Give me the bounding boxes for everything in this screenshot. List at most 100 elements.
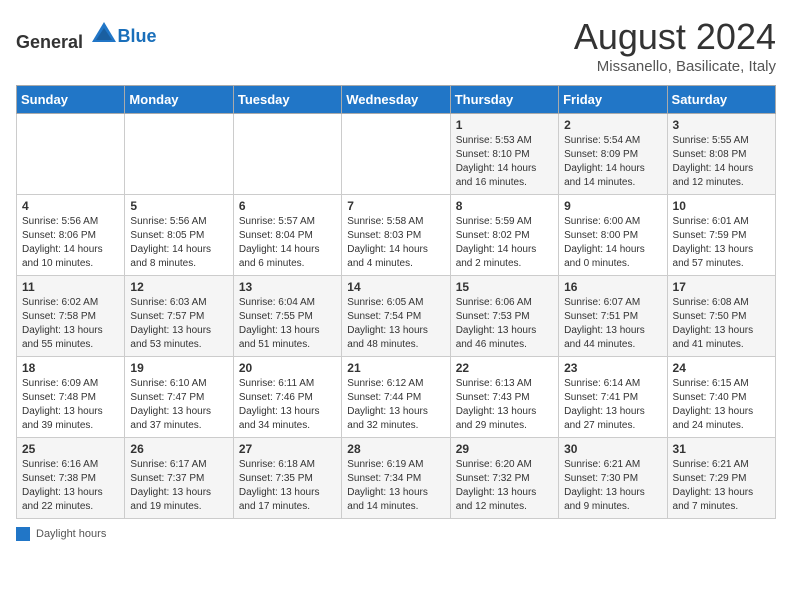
day-info: Sunrise: 6:00 AM Sunset: 8:00 PM Dayligh… bbox=[564, 216, 645, 269]
calendar-cell: 21 Sunrise: 6:12 AM Sunset: 7:44 PM Dayli… bbox=[342, 357, 450, 438]
calendar-cell: 14 Sunrise: 6:05 AM Sunset: 7:54 PM Dayli… bbox=[342, 276, 450, 357]
calendar-cell: 12Sunrise: 6:03 AM Sunset: 7:57 PM Dayli… bbox=[125, 276, 233, 357]
day-number: 17 bbox=[673, 280, 770, 294]
day-info: Sunrise: 6:15 AM Sunset: 7:40 PM Dayligh… bbox=[673, 378, 754, 431]
day-info: Sunrise: 6:04 AM Sunset: 7:55 PM Dayligh… bbox=[239, 297, 320, 350]
day-info: Sunrise: 6:17 AM Sunset: 7:37 PM Dayligh… bbox=[130, 459, 211, 512]
day-header-sunday: Sunday bbox=[17, 86, 125, 114]
day-header-tuesday: Tuesday bbox=[233, 86, 341, 114]
legend: Daylight hours bbox=[16, 527, 776, 541]
day-number: 25 bbox=[22, 442, 119, 456]
day-number: 4 bbox=[22, 199, 119, 213]
day-info: Sunrise: 5:57 AM Sunset: 8:04 PM Dayligh… bbox=[239, 216, 320, 269]
calendar-cell: 11Sunrise: 6:02 AM Sunset: 7:58 PM Dayli… bbox=[17, 276, 125, 357]
calendar-cell bbox=[342, 114, 450, 195]
calendar-cell bbox=[233, 114, 341, 195]
calendar-cell: 26Sunrise: 6:17 AM Sunset: 7:37 PM Dayli… bbox=[125, 438, 233, 519]
logo-icon bbox=[90, 20, 118, 48]
day-info: Sunrise: 5:56 AM Sunset: 8:05 PM Dayligh… bbox=[130, 216, 211, 269]
day-number: 1 bbox=[456, 118, 553, 132]
day-info: Sunrise: 6:16 AM Sunset: 7:38 PM Dayligh… bbox=[22, 459, 103, 512]
day-info: Sunrise: 5:55 AM Sunset: 8:08 PM Dayligh… bbox=[673, 135, 754, 188]
day-info: Sunrise: 6:07 AM Sunset: 7:51 PM Dayligh… bbox=[564, 297, 645, 350]
legend-box bbox=[16, 527, 30, 541]
day-header-saturday: Saturday bbox=[667, 86, 775, 114]
day-info: Sunrise: 6:10 AM Sunset: 7:47 PM Dayligh… bbox=[130, 378, 211, 431]
day-info: Sunrise: 6:12 AM Sunset: 7:44 PM Dayligh… bbox=[347, 378, 428, 431]
calendar-cell: 4 Sunrise: 5:56 AM Sunset: 8:06 PM Daylig… bbox=[17, 195, 125, 276]
day-number: 27 bbox=[239, 442, 336, 456]
calendar-cell: 30Sunrise: 6:21 AM Sunset: 7:30 PM Dayli… bbox=[559, 438, 667, 519]
day-header-friday: Friday bbox=[559, 86, 667, 114]
subtitle: Missanello, Basilicate, Italy bbox=[574, 58, 776, 75]
calendar-cell: 18Sunrise: 6:09 AM Sunset: 7:48 PM Dayli… bbox=[17, 357, 125, 438]
day-number: 28 bbox=[347, 442, 444, 456]
calendar-cell: 17Sunrise: 6:08 AM Sunset: 7:50 PM Dayli… bbox=[667, 276, 775, 357]
calendar-week-row: 25 Sunrise: 6:16 AM Sunset: 7:38 PM Dayli… bbox=[17, 438, 776, 519]
day-info: Sunrise: 6:19 AM Sunset: 7:34 PM Dayligh… bbox=[347, 459, 428, 512]
day-info: Sunrise: 5:56 AM Sunset: 8:06 PM Dayligh… bbox=[22, 216, 103, 269]
day-number: 6 bbox=[239, 199, 336, 213]
day-number: 19 bbox=[130, 361, 227, 375]
calendar-cell: 3Sunrise: 5:55 AM Sunset: 8:08 PM Daylig… bbox=[667, 114, 775, 195]
day-number: 14 bbox=[347, 280, 444, 294]
day-number: 9 bbox=[564, 199, 661, 213]
day-number: 31 bbox=[673, 442, 770, 456]
day-header-wednesday: Wednesday bbox=[342, 86, 450, 114]
day-number: 20 bbox=[239, 361, 336, 375]
calendar-cell: 22 Sunrise: 6:13 AM Sunset: 7:43 PM Dayli… bbox=[450, 357, 558, 438]
day-info: Sunrise: 5:54 AM Sunset: 8:09 PM Dayligh… bbox=[564, 135, 645, 188]
calendar-header-row: SundayMondayTuesdayWednesdayThursdayFrid… bbox=[17, 86, 776, 114]
calendar-week-row: 4 Sunrise: 5:56 AM Sunset: 8:06 PM Daylig… bbox=[17, 195, 776, 276]
day-number: 8 bbox=[456, 199, 553, 213]
header: General Blue August 2024 Missanello, Bas… bbox=[16, 16, 776, 75]
calendar-cell: 1 Sunrise: 5:53 AM Sunset: 8:10 PM Daylig… bbox=[450, 114, 558, 195]
day-header-thursday: Thursday bbox=[450, 86, 558, 114]
day-number: 10 bbox=[673, 199, 770, 213]
day-number: 24 bbox=[673, 361, 770, 375]
calendar-cell: 15Sunrise: 6:06 AM Sunset: 7:53 PM Dayli… bbox=[450, 276, 558, 357]
day-number: 5 bbox=[130, 199, 227, 213]
day-number: 22 bbox=[456, 361, 553, 375]
day-info: Sunrise: 6:18 AM Sunset: 7:35 PM Dayligh… bbox=[239, 459, 320, 512]
day-info: Sunrise: 6:14 AM Sunset: 7:41 PM Dayligh… bbox=[564, 378, 645, 431]
logo-general: General bbox=[16, 32, 83, 52]
day-info: Sunrise: 5:59 AM Sunset: 8:02 PM Dayligh… bbox=[456, 216, 537, 269]
calendar-cell: 8 Sunrise: 5:59 AM Sunset: 8:02 PM Daylig… bbox=[450, 195, 558, 276]
day-info: Sunrise: 6:01 AM Sunset: 7:59 PM Dayligh… bbox=[673, 216, 754, 269]
calendar-cell: 29Sunrise: 6:20 AM Sunset: 7:32 PM Dayli… bbox=[450, 438, 558, 519]
calendar-cell: 27 Sunrise: 6:18 AM Sunset: 7:35 PM Dayli… bbox=[233, 438, 341, 519]
day-info: Sunrise: 6:03 AM Sunset: 7:57 PM Dayligh… bbox=[130, 297, 211, 350]
day-info: Sunrise: 6:02 AM Sunset: 7:58 PM Dayligh… bbox=[22, 297, 103, 350]
calendar-cell: 2 Sunrise: 5:54 AM Sunset: 8:09 PM Daylig… bbox=[559, 114, 667, 195]
calendar-week-row: 18Sunrise: 6:09 AM Sunset: 7:48 PM Dayli… bbox=[17, 357, 776, 438]
calendar-table: SundayMondayTuesdayWednesdayThursdayFrid… bbox=[16, 85, 776, 519]
calendar-cell: 31 Sunrise: 6:21 AM Sunset: 7:29 PM Dayli… bbox=[667, 438, 775, 519]
logo: General Blue bbox=[16, 20, 157, 53]
day-number: 23 bbox=[564, 361, 661, 375]
calendar-cell: 20Sunrise: 6:11 AM Sunset: 7:46 PM Dayli… bbox=[233, 357, 341, 438]
day-number: 2 bbox=[564, 118, 661, 132]
title-area: August 2024 Missanello, Basilicate, Ital… bbox=[574, 16, 776, 75]
calendar-cell: 16Sunrise: 6:07 AM Sunset: 7:51 PM Dayli… bbox=[559, 276, 667, 357]
day-info: Sunrise: 6:09 AM Sunset: 7:48 PM Dayligh… bbox=[22, 378, 103, 431]
calendar-cell: 7 Sunrise: 5:58 AM Sunset: 8:03 PM Daylig… bbox=[342, 195, 450, 276]
day-info: Sunrise: 6:20 AM Sunset: 7:32 PM Dayligh… bbox=[456, 459, 537, 512]
day-info: Sunrise: 6:05 AM Sunset: 7:54 PM Dayligh… bbox=[347, 297, 428, 350]
logo-blue: Blue bbox=[118, 26, 157, 47]
calendar-cell: 5 Sunrise: 5:56 AM Sunset: 8:05 PM Daylig… bbox=[125, 195, 233, 276]
day-info: Sunrise: 6:13 AM Sunset: 7:43 PM Dayligh… bbox=[456, 378, 537, 431]
day-number: 7 bbox=[347, 199, 444, 213]
day-info: Sunrise: 5:53 AM Sunset: 8:10 PM Dayligh… bbox=[456, 135, 537, 188]
day-number: 21 bbox=[347, 361, 444, 375]
calendar-cell: 6 Sunrise: 5:57 AM Sunset: 8:04 PM Daylig… bbox=[233, 195, 341, 276]
calendar-cell: 23 Sunrise: 6:14 AM Sunset: 7:41 PM Dayli… bbox=[559, 357, 667, 438]
calendar-cell: 24 Sunrise: 6:15 AM Sunset: 7:40 PM Dayli… bbox=[667, 357, 775, 438]
calendar-cell: 19 Sunrise: 6:10 AM Sunset: 7:47 PM Dayli… bbox=[125, 357, 233, 438]
calendar-cell: 28 Sunrise: 6:19 AM Sunset: 7:34 PM Dayli… bbox=[342, 438, 450, 519]
day-info: Sunrise: 6:21 AM Sunset: 7:30 PM Dayligh… bbox=[564, 459, 645, 512]
day-info: Sunrise: 5:58 AM Sunset: 8:03 PM Dayligh… bbox=[347, 216, 428, 269]
day-info: Sunrise: 6:21 AM Sunset: 7:29 PM Dayligh… bbox=[673, 459, 754, 512]
day-header-monday: Monday bbox=[125, 86, 233, 114]
calendar-cell bbox=[125, 114, 233, 195]
